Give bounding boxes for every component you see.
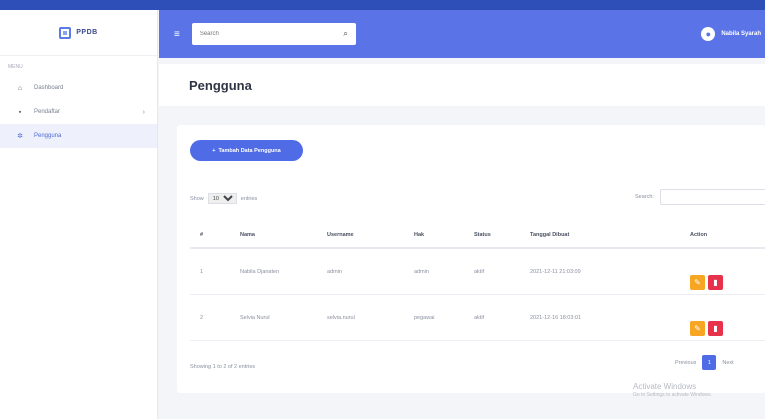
entries-length-control: Show 10 entries [190, 193, 257, 204]
next-page-link[interactable]: Next [722, 360, 733, 366]
cell-hak: pegawai [414, 314, 435, 321]
trash-icon: ▮ [713, 278, 718, 287]
brand-name: PPDB [76, 29, 98, 36]
trash-icon: ▮ [713, 324, 718, 333]
cell-status: aktif [474, 268, 485, 275]
search-box: ⌕ [191, 23, 356, 45]
sidebar-item-label: Dashboard [34, 85, 64, 91]
pagination: Previous 1 Next [675, 355, 734, 370]
cell-action: ✎ ▮ [670, 253, 765, 290]
user-menu[interactable]: ● Nabila Syarah [701, 27, 765, 41]
delete-button[interactable]: ▮ [708, 275, 723, 290]
table-info: Showing 1 to 2 of 2 entries [190, 364, 256, 370]
user-name: Nabila Syarah [721, 31, 761, 37]
brand[interactable]: PPDB [0, 10, 157, 56]
user-avatar-icon: ● [701, 27, 716, 41]
top-header: ≡ ⌕ ● Nabila Syarah [159, 10, 765, 58]
logo-icon [59, 26, 72, 39]
cell-username: admin [327, 268, 342, 275]
sidebar-item-label: Pengguna [34, 133, 62, 139]
cell-status: aktif [474, 314, 485, 321]
top-strip [0, 0, 765, 10]
cell-number: 1 [200, 268, 204, 275]
column-header-hak[interactable]: Hak [414, 232, 474, 238]
table-row: 1 Nabila Djanaten admin admin aktif 2021… [190, 249, 765, 295]
cell-nama: Selvia Nurul [240, 314, 270, 321]
show-label: Show [190, 195, 204, 202]
column-header-tanggal[interactable]: Tanggal Dibuat [530, 232, 670, 238]
search-input[interactable] [199, 31, 320, 37]
users-table: # Nama Username Hak Status Tanggal Dibua… [190, 223, 765, 341]
title-bar: Pengguna [159, 64, 765, 106]
pencil-icon: ✎ [694, 324, 701, 333]
column-header-status[interactable]: Status [474, 232, 530, 238]
sidebar-item-label: Pendaftar [34, 109, 61, 115]
delete-button[interactable]: ▮ [708, 321, 723, 336]
page-title: Pengguna [189, 77, 252, 93]
users-card: + Tambah Data Pengguna Show 10 entries S… [177, 125, 765, 393]
watermark-title: Activate Windows [633, 382, 697, 391]
cell-tanggal: 2021-12-16 18:03:01 [530, 314, 582, 321]
sidebar: PPDB Menu ⌂ Dashboard ▪ Pendaftar › ✲ Pe… [0, 10, 158, 419]
edit-button[interactable]: ✎ [690, 275, 705, 290]
cell-username: selvia.nurul [327, 314, 355, 321]
cell-number: 2 [200, 314, 204, 321]
edit-button[interactable]: ✎ [690, 321, 705, 336]
folder-icon: ▪ [18, 108, 22, 116]
chevron-right-icon: › [142, 108, 145, 116]
table-search-input[interactable] [659, 189, 765, 205]
sidebar-item-pengguna[interactable]: ✲ Pengguna [0, 124, 157, 148]
add-user-button-label: Tambah Data Pengguna [218, 147, 281, 154]
hamburger-icon[interactable]: ≡ [174, 29, 180, 40]
pencil-icon: ✎ [694, 278, 701, 287]
table-search: Search: [635, 189, 765, 205]
home-icon: ⌂ [17, 84, 23, 92]
column-header-action: Action [690, 232, 708, 238]
cell-nama: Nabila Djanaten [240, 268, 280, 275]
activation-watermark: Activate Windows Go to Settings to activ… [633, 381, 712, 399]
table-search-label: Search: [635, 194, 654, 200]
table-row: 2 Selvia Nurul selvia.nurul pegawai akti… [190, 295, 765, 341]
users-icon: ✲ [17, 133, 23, 140]
watermark-subtitle: Go to Settings to activate Windows. [633, 392, 712, 399]
entries-select[interactable]: 10 [207, 193, 237, 204]
previous-page-link[interactable]: Previous [675, 360, 696, 366]
entries-label: entries [240, 195, 258, 202]
cell-action: ✎ ▮ [670, 299, 765, 336]
add-user-button[interactable]: + Tambah Data Pengguna [190, 140, 303, 161]
sidebar-section-label: Menu [8, 64, 23, 70]
search-icon[interactable]: ⌕ [343, 29, 347, 39]
sidebar-item-dashboard[interactable]: ⌂ Dashboard [0, 76, 157, 100]
page-1-button[interactable]: 1 [702, 355, 717, 370]
column-header-nama[interactable]: Nama [240, 232, 327, 238]
cell-hak: admin [414, 268, 429, 275]
table-header-row: # Nama Username Hak Status Tanggal Dibua… [190, 223, 765, 249]
cell-tanggal: 2021-12-11 21:03:09 [530, 268, 581, 275]
column-header-number[interactable]: # [190, 232, 240, 238]
column-header-username[interactable]: Username [327, 232, 414, 238]
plus-icon: + [212, 147, 216, 154]
sidebar-item-pendaftar[interactable]: ▪ Pendaftar › [0, 100, 157, 124]
